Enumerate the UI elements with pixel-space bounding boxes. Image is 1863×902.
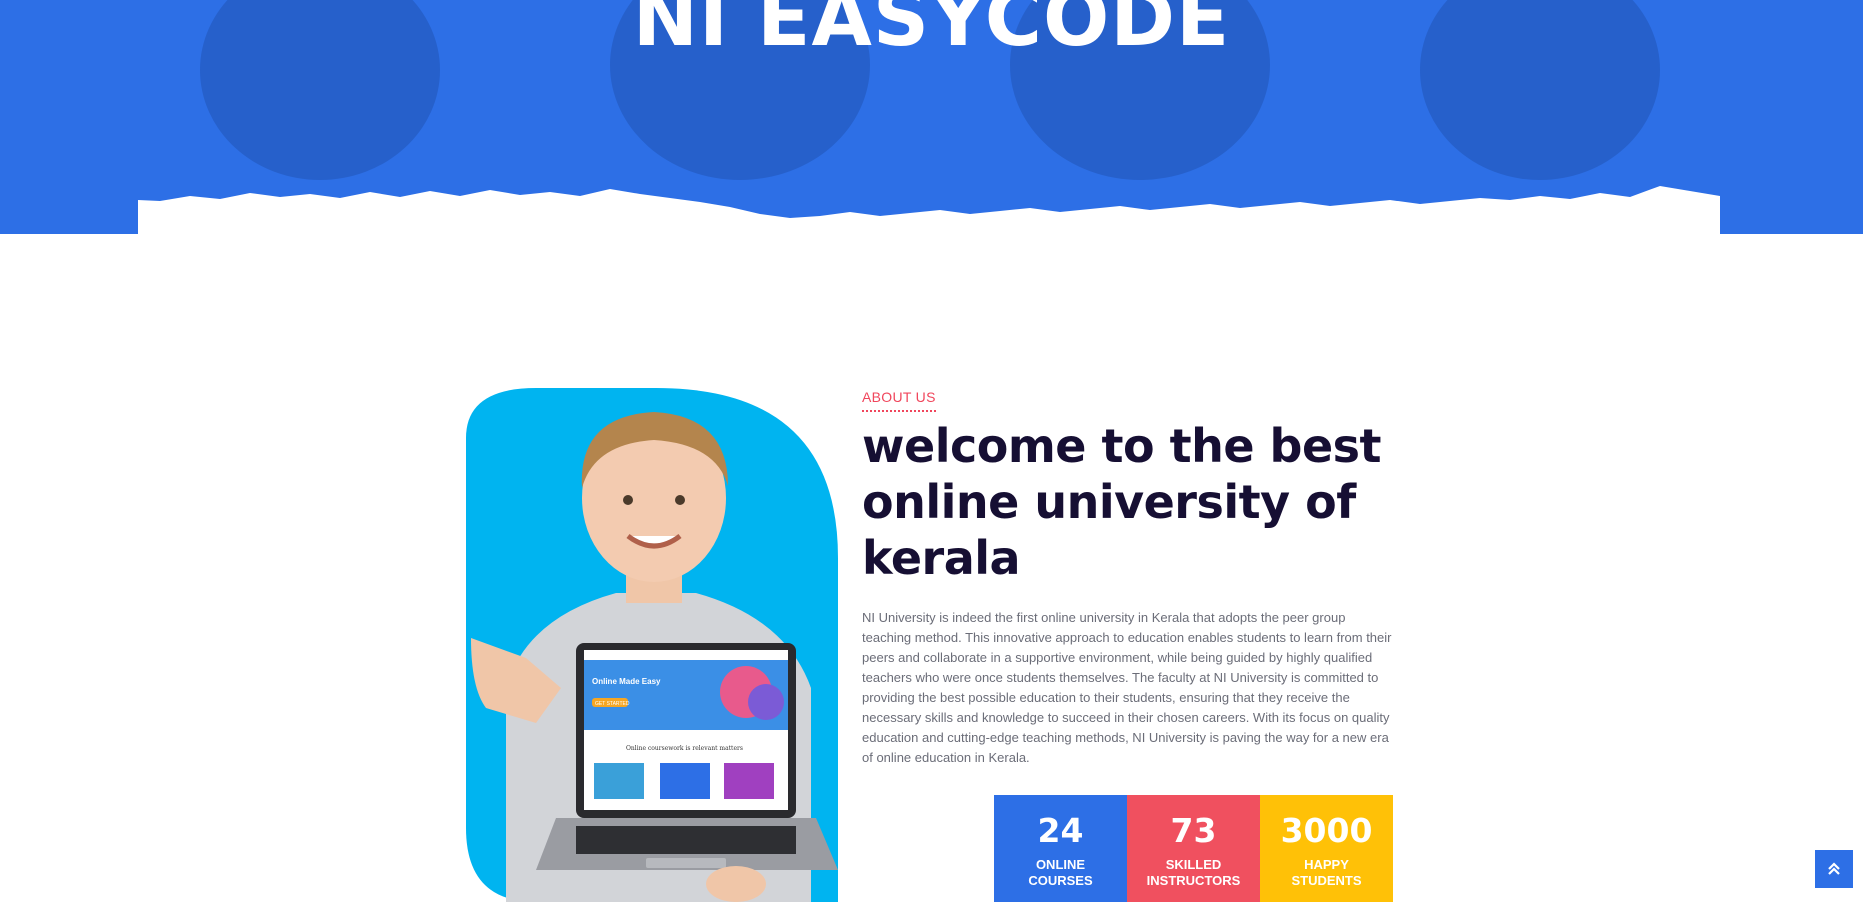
about-heading: welcome to the best online university of…	[862, 418, 1382, 586]
stat-value: 73	[1170, 811, 1217, 850]
about-heading-line: online university of	[862, 475, 1356, 529]
torn-paper-edge	[138, 186, 1720, 234]
stats-row: 24 ONLINE COURSES 73 SKILLED INSTRUCTORS 3…	[994, 795, 1393, 902]
stat-label: SKILLED INSTRUCTORS	[1146, 857, 1241, 888]
laptop-screen-section: Online coursework is relevant matters	[626, 745, 743, 752]
about-description: NI University is indeed the first online…	[862, 610, 1392, 765]
laptop-screen-button: GET STARTED	[595, 701, 630, 707]
stat-label: ONLINE COURSES	[1028, 857, 1093, 888]
stat-happy-students: 3000 HAPPY STUDENTS	[1260, 795, 1393, 902]
scroll-to-top-button[interactable]	[1815, 850, 1853, 888]
stat-skilled-instructors: 73 SKILLED INSTRUCTORS	[1127, 795, 1260, 902]
stat-label: HAPPY STUDENTS	[1291, 857, 1362, 888]
stat-online-courses: 24 ONLINE COURSES	[994, 795, 1127, 902]
about-eyebrow: ABOUT US	[862, 389, 936, 412]
double-chevron-up-icon	[1828, 862, 1840, 875]
stat-value: 24	[1037, 811, 1084, 850]
about-heading-line: kerala	[862, 531, 1021, 585]
hero-title: NI EASYCODE	[632, 0, 1231, 64]
stat-value: 3000	[1280, 811, 1373, 850]
laptop-screen-headline: Online Made Easy	[592, 677, 661, 686]
hero-banner: NI EASYCODE	[0, 0, 1863, 234]
about-heading-line: welcome to the best	[862, 419, 1382, 473]
about-student-image: Online Made Easy GET STARTED Online cour…	[466, 388, 838, 902]
